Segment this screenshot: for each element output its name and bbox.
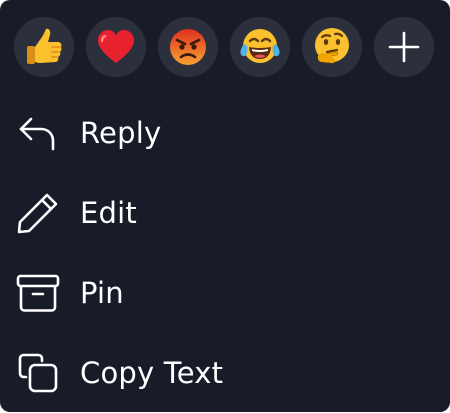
face-with-tears-of-joy-icon	[240, 29, 280, 63]
plus-icon	[388, 31, 420, 63]
menu-item-reply[interactable]: Reply	[0, 93, 450, 173]
reaction-angry-face[interactable]	[158, 17, 218, 77]
copy-icon	[16, 351, 60, 395]
reply-arrow-icon	[16, 111, 60, 155]
pencil-icon	[16, 191, 60, 235]
menu-item-label: Copy Text	[80, 356, 224, 390]
menu-item-pin[interactable]: Pin	[0, 253, 450, 333]
message-context-menu: Reply Edit Pin Copy Text	[0, 0, 450, 412]
menu-item-edit[interactable]: Edit	[0, 173, 450, 253]
red-heart-icon	[98, 30, 134, 63]
thumbs-up-icon	[27, 28, 62, 64]
add-reaction-button[interactable]	[374, 17, 434, 77]
reaction-face-with-tears-of-joy[interactable]	[230, 17, 290, 77]
reaction-bar	[14, 17, 434, 77]
menu-item-label: Pin	[80, 276, 124, 310]
angry-face-icon	[170, 29, 206, 65]
reaction-thinking-face[interactable]	[302, 17, 362, 77]
menu-item-copy-text[interactable]: Copy Text	[0, 333, 450, 413]
reaction-thumbs-up[interactable]	[14, 17, 74, 77]
archive-box-icon	[16, 271, 60, 315]
thinking-face-icon	[315, 28, 349, 64]
reaction-red-heart[interactable]	[86, 17, 146, 77]
menu-item-label: Edit	[80, 196, 137, 230]
menu-item-label: Reply	[80, 116, 162, 150]
